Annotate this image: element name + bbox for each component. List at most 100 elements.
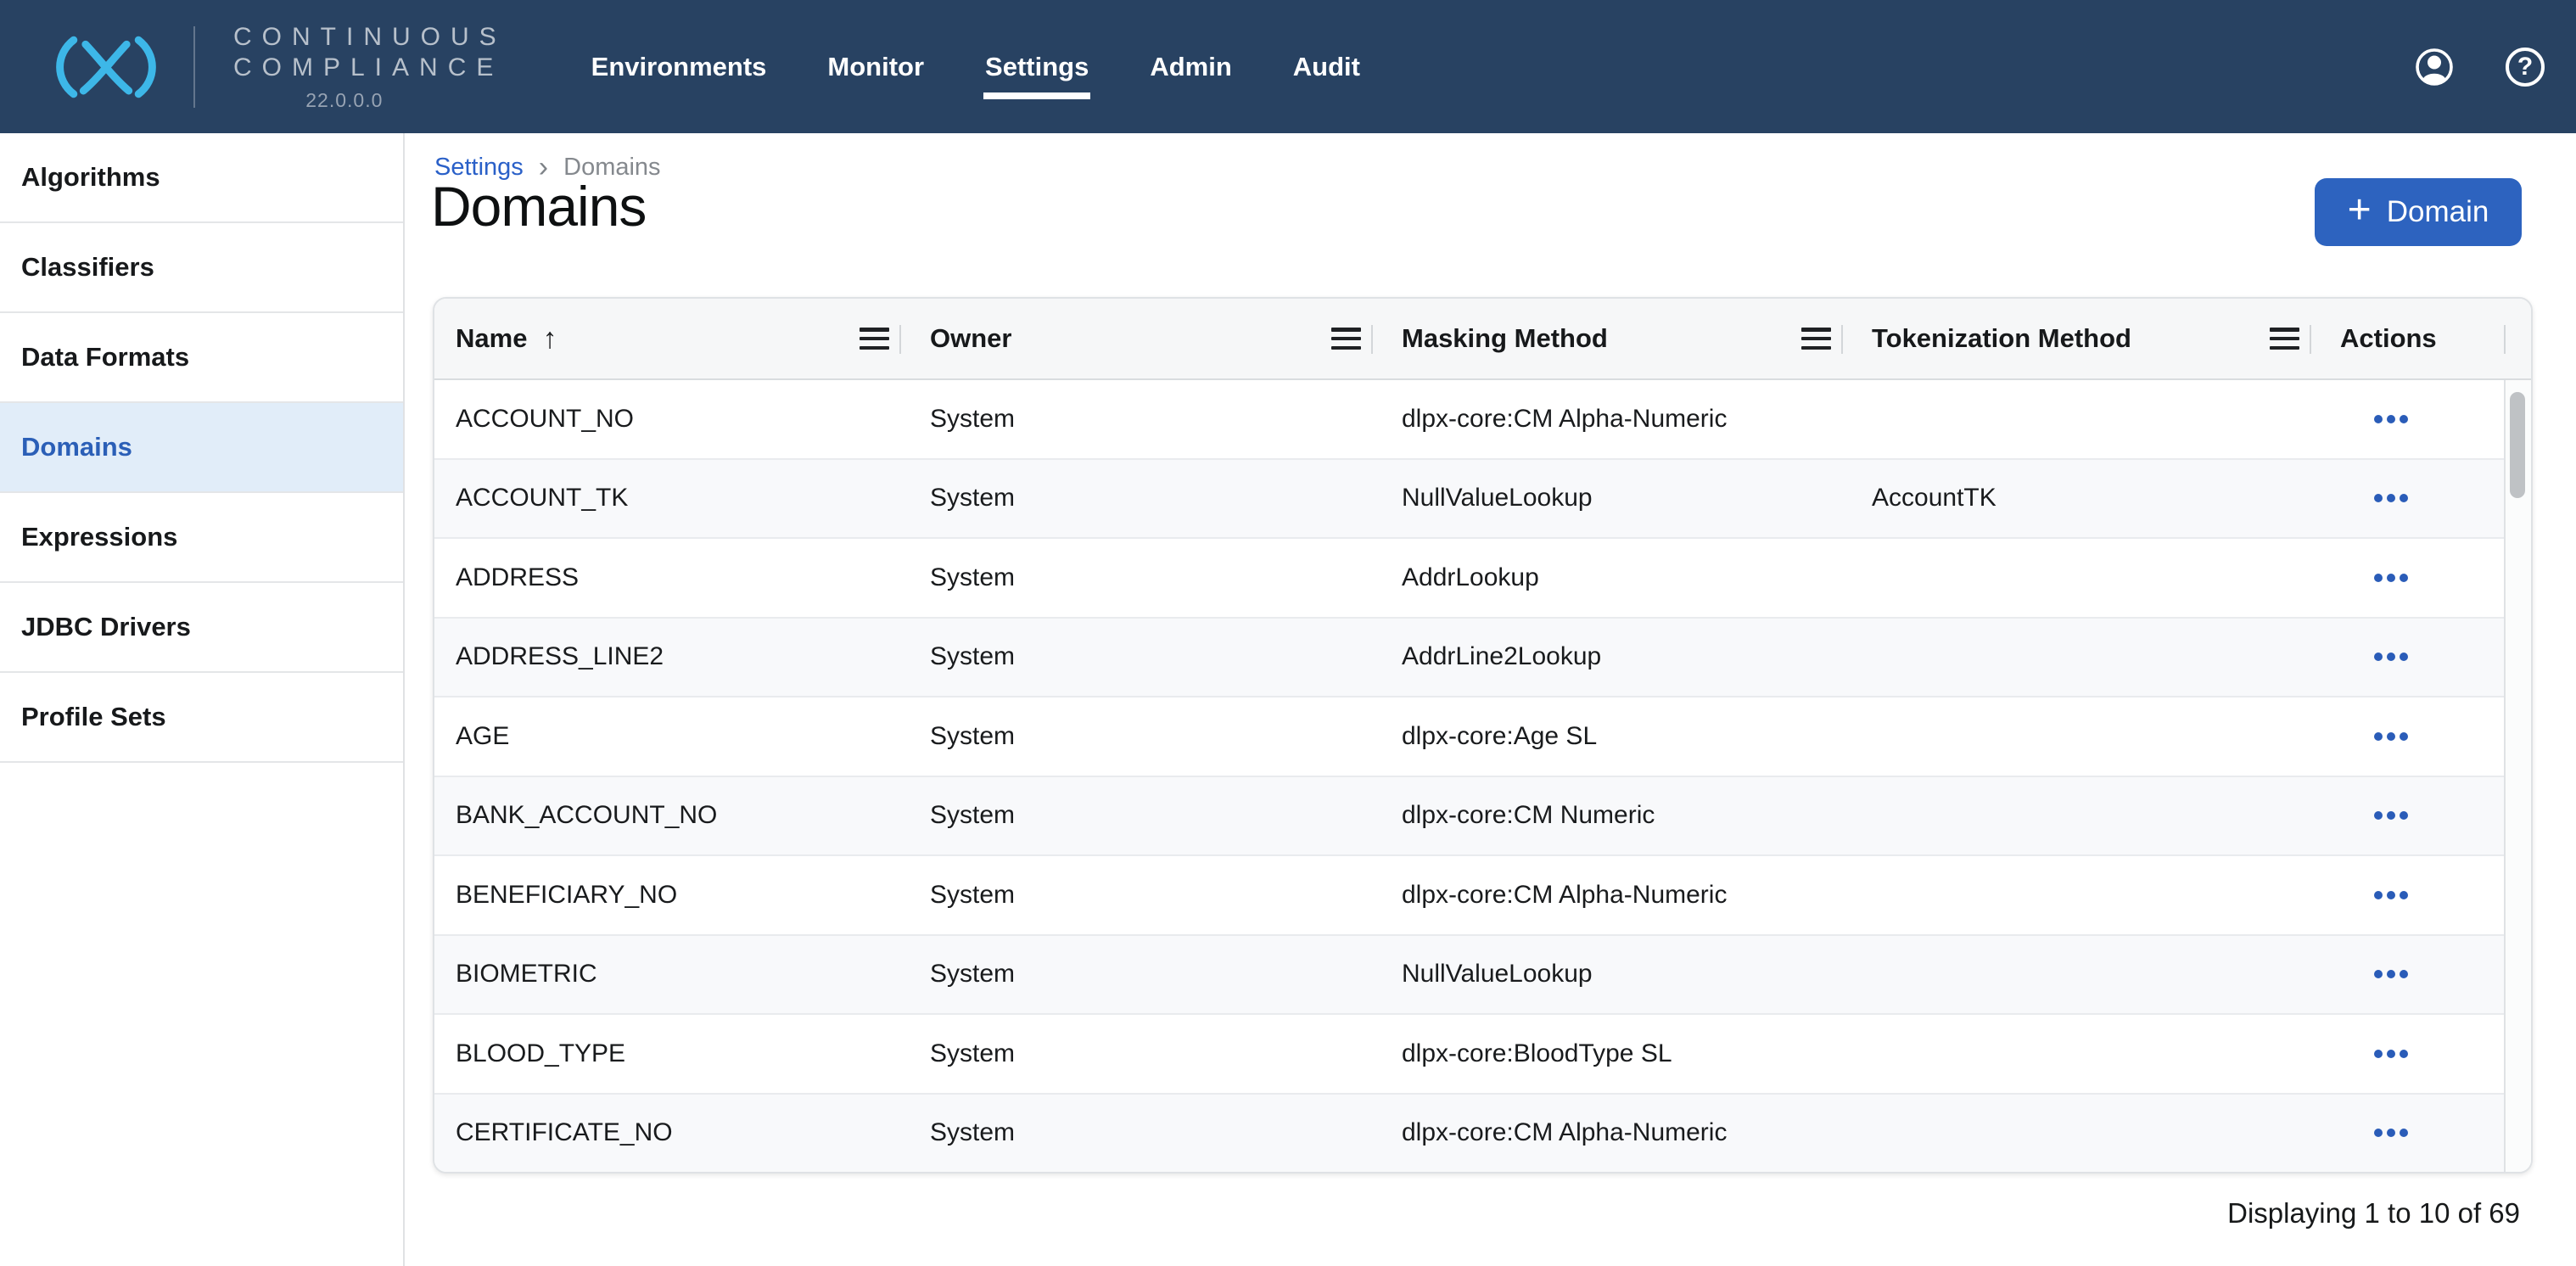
column-header-name[interactable]: Name ↑ [434,299,901,378]
table-row: ACCOUNT_NO System dlpx-core:CM Alpha-Num… [434,380,2531,460]
nav-item-settings[interactable]: Settings [985,43,1089,91]
table-row: BLOOD_TYPE System dlpx-core:BloodType SL [434,1015,2531,1095]
cell-masking-method: dlpx-core:BloodType SL [1373,1015,1843,1093]
cell-owner: System [901,777,1373,855]
row-actions-ellipsis-button[interactable] [2366,1041,2416,1067]
cell-owner: System [901,856,1373,934]
table-scrollbar-thumb[interactable] [2510,392,2525,498]
add-domain-button-label: Domain [2387,195,2489,229]
sidebar-item-expressions[interactable]: Expressions [0,493,403,583]
column-header-actions: Actions [2311,299,2506,378]
cell-tokenization-method [1843,619,2311,697]
nav-item-environments[interactable]: Environments [591,43,767,91]
cell-tokenization-method [1843,380,2311,458]
table-row: CERTIFICATE_NO System dlpx-core:CM Alpha… [434,1095,2531,1173]
logo-divider [193,26,195,108]
row-actions-ellipsis-button[interactable] [2366,803,2416,828]
cell-masking-method: dlpx-core:CM Numeric [1373,777,1843,855]
column-menu-icon[interactable] [1331,328,1361,350]
sidebar-item-domains[interactable]: Domains [0,403,403,493]
row-actions-ellipsis-button[interactable] [2366,485,2416,511]
cell-tokenization-method [1843,1095,2311,1173]
column-menu-icon[interactable] [1801,328,1831,350]
cell-masking-method: dlpx-core:Age SL [1373,697,1843,776]
cell-actions [2311,1095,2506,1173]
sidebar-item-jdbc-drivers[interactable]: JDBC Drivers [0,583,403,673]
cell-actions [2311,460,2506,538]
nav-item-monitor[interactable]: Monitor [827,43,924,91]
cell-tokenization-method: AccountTK [1843,460,2311,538]
cell-masking-method: NullValueLookup [1373,936,1843,1014]
sort-ascending-icon: ↑ [542,322,557,356]
cell-tokenization-method [1843,777,2311,855]
cell-actions [2311,539,2506,617]
add-domain-button[interactable]: + Domain [2315,178,2522,246]
question-mark-glyph: ? [2506,48,2545,87]
row-actions-ellipsis-button[interactable] [2366,961,2416,987]
table-row: ADDRESS_LINE2 System AddrLine2Lookup [434,619,2531,698]
column-menu-icon[interactable] [2270,328,2299,350]
cell-masking-method: AddrLine2Lookup [1373,619,1843,697]
nav-item-admin[interactable]: Admin [1150,43,1231,91]
row-actions-ellipsis-button[interactable] [2366,882,2416,908]
cell-name: BANK_ACCOUNT_NO [434,777,901,855]
cell-actions [2311,619,2506,697]
cell-masking-method: AddrLookup [1373,539,1843,617]
cell-masking-method: NullValueLookup [1373,460,1843,538]
column-header-masking-method[interactable]: Masking Method [1373,299,1843,378]
column-label: Owner [930,323,1011,354]
brand-line1: CONTINUOUS [233,22,507,53]
row-actions-ellipsis-button[interactable] [2366,1120,2416,1146]
cell-owner: System [901,460,1373,538]
app-version: 22.0.0.0 [208,89,481,112]
cell-masking-method: dlpx-core:CM Alpha-Numeric [1373,856,1843,934]
row-actions-ellipsis-button[interactable] [2366,644,2416,669]
column-header-owner[interactable]: Owner [901,299,1373,378]
domains-table: Name ↑ Owner Masking Method Tokenization… [433,297,2533,1174]
nav-item-audit[interactable]: Audit [1293,43,1360,91]
cell-actions [2311,380,2506,458]
column-label: Actions [2340,323,2437,354]
sidebar-item-profile-sets[interactable]: Profile Sets [0,673,403,763]
cell-name: AGE [434,697,901,776]
top-navbar: CONTINUOUS COMPLIANCE 22.0.0.0 Environme… [0,0,2576,133]
cell-actions [2311,697,2506,776]
table-row: BIOMETRIC System NullValueLookup [434,936,2531,1016]
row-actions-ellipsis-button[interactable] [2366,724,2416,749]
table-row: ACCOUNT_TK System NullValueLookup Accoun… [434,460,2531,540]
cell-owner: System [901,1015,1373,1093]
table-body: ACCOUNT_NO System dlpx-core:CM Alpha-Num… [434,380,2531,1172]
cell-owner: System [901,697,1373,776]
column-label: Tokenization Method [1872,323,2131,354]
column-menu-icon[interactable] [860,328,889,350]
cell-tokenization-method [1843,856,2311,934]
cell-name: BIOMETRIC [434,936,901,1014]
cell-actions [2311,777,2506,855]
row-actions-ellipsis-button[interactable] [2366,565,2416,591]
cell-actions [2311,1015,2506,1093]
person-icon [2415,48,2454,87]
cell-tokenization-method [1843,1015,2311,1093]
brand-text: CONTINUOUS COMPLIANCE 22.0.0.0 [233,22,507,112]
help-icon[interactable]: ? [2506,48,2545,87]
column-label: Masking Method [1402,323,1608,354]
column-header-tokenization-method[interactable]: Tokenization Method [1843,299,2311,378]
table-scrollbar-track[interactable] [2504,380,2531,1172]
cell-name: ACCOUNT_NO [434,380,901,458]
primary-nav: Environments Monitor Settings Admin Audi… [591,43,1360,91]
cell-actions [2311,856,2506,934]
cell-owner: System [901,380,1373,458]
cell-owner: System [901,619,1373,697]
cell-owner: System [901,1095,1373,1173]
navbar-right: ? [2415,48,2545,87]
sidebar-item-algorithms[interactable]: Algorithms [0,133,403,223]
user-account-icon[interactable] [2415,48,2454,87]
cell-name: ADDRESS [434,539,901,617]
app-logo: CONTINUOUS COMPLIANCE 22.0.0.0 [0,0,507,133]
cell-name: ACCOUNT_TK [434,460,901,538]
sidebar-item-classifiers[interactable]: Classifiers [0,223,403,313]
column-label: Name [456,323,527,354]
sidebar-item-data-formats[interactable]: Data Formats [0,313,403,403]
row-actions-ellipsis-button[interactable] [2366,406,2416,432]
table-row: AGE System dlpx-core:Age SL [434,697,2531,777]
